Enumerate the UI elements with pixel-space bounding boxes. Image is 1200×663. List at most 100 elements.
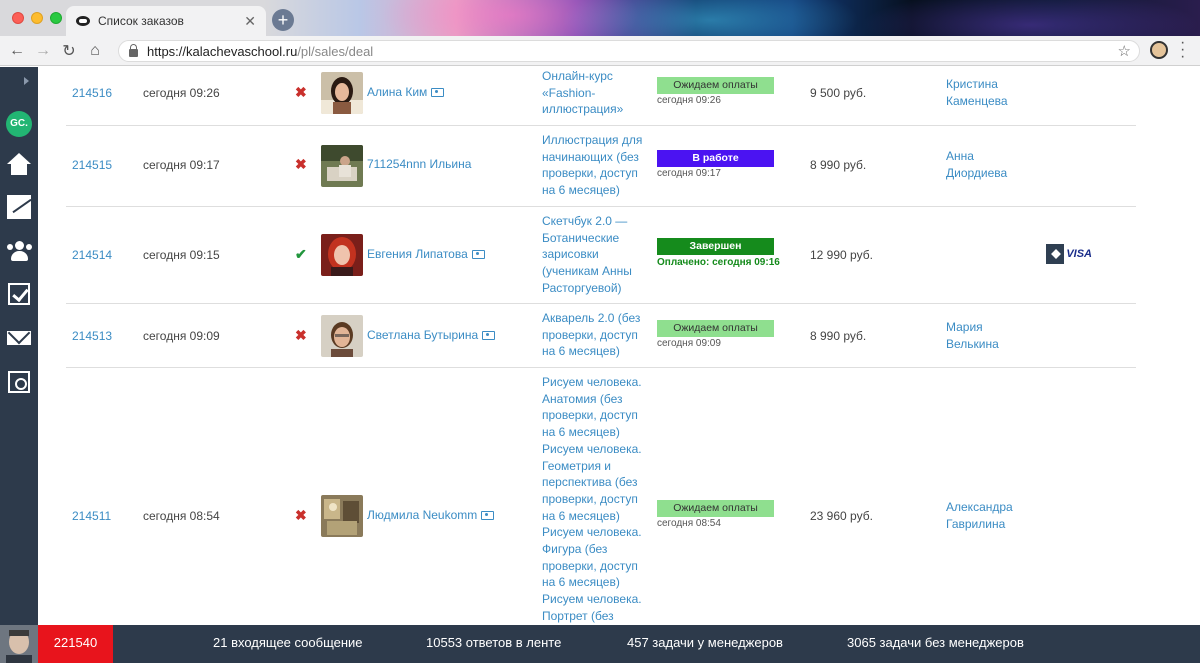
manager-link[interactable]: Александра Гаврилина — [946, 499, 1036, 532]
table-row: 214515 сегодня 09:17 ✖ 711254nnn Ильина … — [66, 126, 1136, 207]
manager-line: Анна — [946, 149, 974, 163]
window-close-button[interactable] — [12, 12, 24, 24]
product-line: Онлайн-курс — [542, 69, 613, 83]
manager-link[interactable]: Мария Велькина — [946, 319, 1036, 352]
manager-line: Диордиева — [946, 165, 1008, 180]
window-minimize-button[interactable] — [31, 12, 43, 24]
new-tab-button[interactable]: + — [272, 9, 294, 31]
order-id-link[interactable]: 214516 — [72, 86, 112, 100]
product-line: Расторгуевой) — [542, 280, 622, 295]
product-line: зарисовки — [542, 247, 599, 262]
customer-name: Евгения Липатова — [367, 247, 468, 261]
customer-link[interactable]: 711254nnn Ильина — [367, 157, 471, 171]
product-line: Анатомия (без — [542, 391, 623, 406]
status-time: сегодня 09:09 — [657, 338, 721, 349]
product-link[interactable]: Рисуем человека. Анатомия (без проверки,… — [542, 374, 646, 625]
tab-close-icon[interactable]: ✕ — [244, 13, 256, 30]
safe-icon[interactable] — [8, 371, 30, 393]
customer-name: Алина Ким — [367, 85, 428, 99]
sidebar-expand-icon[interactable] — [24, 77, 29, 85]
status-badge: Завершен — [657, 238, 774, 255]
manager-link[interactable]: Анна Диордиева — [946, 148, 1036, 181]
home-icon[interactable] — [7, 153, 31, 177]
status-badge: Ожидаем оплаты — [657, 320, 774, 337]
product-line: Геометрия и — [542, 458, 611, 473]
window-maximize-button[interactable] — [50, 12, 62, 24]
product-line: «Fashion- — [542, 85, 596, 100]
browser-tab[interactable]: Список заказов ✕ — [66, 6, 266, 36]
customer-link[interactable]: Алина Ким — [367, 85, 445, 99]
visa-logo-text: VISA — [1066, 248, 1092, 260]
order-amount: 23 960 руб. — [810, 509, 873, 523]
product-line: Рисуем человека. — [542, 525, 642, 540]
order-amount: 9 500 руб. — [810, 86, 867, 100]
customer-link[interactable]: Светлана Бутырина — [367, 328, 496, 342]
product-link[interactable]: Онлайн-курс «Fashion- иллюстрация» — [542, 68, 646, 118]
product-link[interactable]: Скетчбук 2.0 — Ботанические зарисовки (у… — [542, 213, 646, 297]
unpaid-cross-icon: ✖ — [295, 156, 307, 172]
users-icon[interactable] — [7, 241, 32, 265]
product-link[interactable]: Иллюстрация для начинающих (без проверки… — [542, 132, 646, 199]
product-line: Рисуем человека. — [542, 441, 642, 456]
paid-check-icon: ✔ — [295, 246, 307, 262]
cash-icon — [482, 330, 496, 340]
table-row: 214514 сегодня 09:15 ✔ Евгения Липатова … — [66, 207, 1136, 304]
manager-tasks-link[interactable]: 457 задачи у менеджеров — [627, 625, 783, 661]
product-line: начинающих (без — [542, 149, 639, 164]
notification-counter[interactable]: 221540 — [38, 625, 113, 663]
reload-icon[interactable]: ↻ — [56, 41, 82, 61]
order-amount: 8 990 руб. — [810, 158, 867, 172]
customer-name: 711254nnn Ильина — [367, 157, 472, 171]
avatar — [321, 315, 363, 357]
gc-logo[interactable]: GC. — [6, 111, 32, 137]
product-line: проверки, доступ — [542, 408, 638, 423]
status-time: сегодня 09:17 — [657, 168, 721, 179]
forward-arrow-icon[interactable]: → — [30, 42, 56, 60]
payment-system-icon — [1046, 244, 1065, 264]
chart-icon[interactable] — [7, 195, 32, 219]
table-row: 214513 сегодня 09:09 ✖ Светлана Бутырина… — [66, 304, 1136, 368]
address-bar[interactable]: https://kalachevaschool.ru/pl/sales/deal… — [118, 40, 1140, 62]
bookmark-star-icon[interactable]: ☆ — [1118, 42, 1131, 60]
order-id-link[interactable]: 214513 — [72, 329, 112, 343]
order-id-link[interactable]: 214514 — [72, 248, 112, 262]
status-badge: Ожидаем оплаты — [657, 500, 774, 517]
product-line: Скетчбук 2.0 — — [542, 214, 628, 228]
status-time: сегодня 08:54 — [657, 518, 721, 529]
unpaid-cross-icon: ✖ — [295, 507, 307, 523]
customer-name: Людмила Neukomm — [367, 508, 478, 522]
url-host: https://kalachevaschool.ru — [147, 43, 298, 59]
order-id-link[interactable]: 214515 — [72, 158, 112, 172]
product-line: проверки, доступ — [542, 558, 638, 573]
back-arrow-icon[interactable]: ← — [4, 42, 30, 60]
product-line: проверки, доступ — [542, 166, 638, 181]
customer-link[interactable]: Людмила Neukomm — [367, 508, 495, 522]
status-time: сегодня 09:26 — [657, 95, 721, 106]
home-icon[interactable]: ⌂ — [82, 42, 108, 60]
order-created: сегодня 09:26 — [143, 86, 220, 100]
manager-line: Гаврилина — [946, 516, 1006, 531]
product-line: Акварель 2.0 (без — [542, 311, 641, 325]
incoming-messages-link[interactable]: 21 входящее сообщение — [213, 625, 363, 661]
product-link[interactable]: Акварель 2.0 (без проверки, доступ на 6 … — [542, 310, 646, 360]
customer-link[interactable]: Евгения Липатова — [367, 247, 485, 261]
product-line: Рисуем человека. — [542, 375, 642, 389]
order-id-link[interactable]: 214511 — [72, 509, 111, 523]
mail-icon[interactable] — [7, 331, 31, 345]
order-created: сегодня 09:15 — [143, 248, 220, 262]
feed-answers-link[interactable]: 10553 ответов в ленте — [426, 625, 561, 661]
tasks-icon[interactable] — [8, 283, 30, 305]
unpaid-cross-icon: ✖ — [295, 327, 307, 343]
manager-line: Каменцева — [946, 93, 1008, 108]
browser-menu-icon[interactable]: · · · — [1180, 35, 1185, 65]
unassigned-tasks-link[interactable]: 3065 задачи без менеджеров — [847, 625, 1024, 661]
current-user-avatar[interactable] — [0, 625, 38, 663]
status-badge: Ожидаем оплаты — [657, 77, 774, 94]
order-created: сегодня 09:17 — [143, 158, 220, 172]
background-glow — [560, 0, 860, 36]
bottom-status-bar: 221540 21 входящее сообщение 10553 ответ… — [0, 625, 1200, 663]
extension-avatar-icon[interactable] — [1150, 41, 1168, 59]
manager-link[interactable]: Кристина Каменцева — [946, 76, 1036, 109]
cash-icon — [431, 87, 445, 97]
payment-method: VISA — [1046, 243, 1092, 265]
